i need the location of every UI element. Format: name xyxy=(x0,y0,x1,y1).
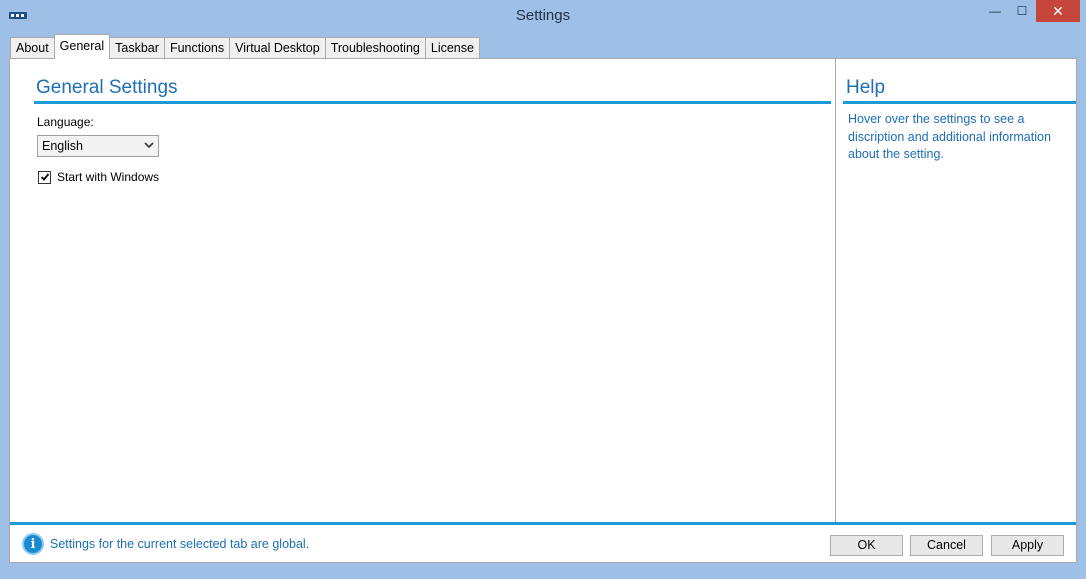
settings-window: Settings — ☐ ✕ About General Taskbar Fun… xyxy=(0,0,1086,579)
status-bar: i Settings for the current selected tab … xyxy=(22,533,309,555)
cancel-button[interactable]: Cancel xyxy=(910,535,983,556)
help-panel: Help Hover over the settings to see a di… xyxy=(837,59,1077,522)
tab-content: General Settings Language: English Start… xyxy=(9,58,1077,563)
chevron-down-icon xyxy=(144,141,154,152)
title-bar[interactable]: Settings — ☐ ✕ xyxy=(0,0,1086,31)
apply-button[interactable]: Apply xyxy=(991,535,1064,556)
help-text: Hover over the settings to see a discrip… xyxy=(848,112,1051,161)
language-select-value: English xyxy=(42,139,83,153)
tab-about[interactable]: About xyxy=(10,37,55,59)
help-divider xyxy=(843,101,1076,104)
general-settings-panel: General Settings Language: English Start… xyxy=(10,59,836,522)
tab-troubleshooting[interactable]: Troubleshooting xyxy=(324,37,426,59)
section-title: General Settings xyxy=(36,77,178,98)
status-text: Settings for the current selected tab ar… xyxy=(50,537,310,551)
language-label: Language: xyxy=(37,115,94,129)
close-button[interactable]: ✕ xyxy=(1036,0,1080,22)
footer-divider xyxy=(10,522,1076,525)
tab-strip: About General Taskbar Functions Virtual … xyxy=(10,34,480,59)
tab-functions[interactable]: Functions xyxy=(163,37,231,59)
tab-general[interactable]: General xyxy=(53,34,111,59)
tab-license[interactable]: License xyxy=(424,37,480,59)
start-with-windows-checkbox[interactable] xyxy=(38,170,51,184)
minimize-button[interactable]: — xyxy=(982,0,1008,22)
language-select[interactable]: English xyxy=(37,135,159,157)
maximize-button[interactable]: ☐ xyxy=(1009,0,1035,22)
tab-taskbar[interactable]: Taskbar xyxy=(109,37,165,59)
ok-button[interactable]: OK xyxy=(830,535,903,556)
window-title: Settings xyxy=(515,7,571,24)
start-with-windows-option[interactable]: Start with Windows xyxy=(38,170,159,184)
tab-virtual-desktop[interactable]: Virtual Desktop xyxy=(229,37,326,59)
section-divider xyxy=(34,101,831,104)
start-with-windows-label: Start with Windows xyxy=(57,170,160,184)
help-title: Help xyxy=(846,77,886,98)
info-icon: i xyxy=(22,533,44,555)
